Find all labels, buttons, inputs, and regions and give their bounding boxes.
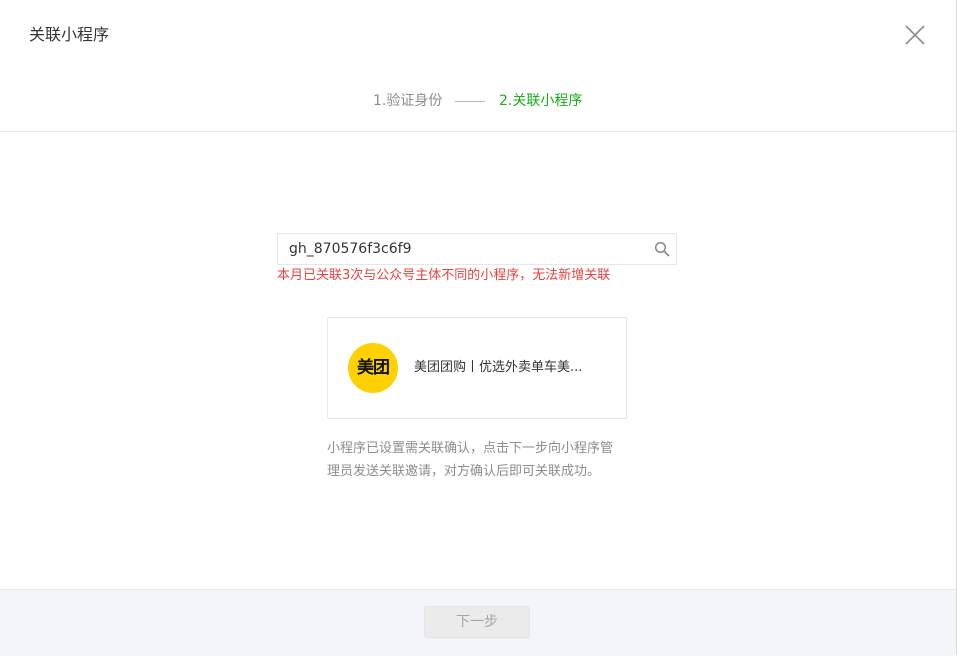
search-icon[interactable] bbox=[654, 241, 670, 257]
meituan-logo: 美团 bbox=[348, 343, 398, 393]
dialog-footer: 下一步 bbox=[0, 589, 956, 656]
mini-program-card[interactable]: 美团 美团团购丨优选外卖单车美... bbox=[327, 317, 627, 419]
step-verify-identity: 1.验证身份 bbox=[373, 93, 443, 109]
step-associate-mini-program: 2.关联小程序 bbox=[499, 93, 583, 109]
header-divider bbox=[0, 131, 956, 132]
mini-program-name: 美团团购丨优选外卖单车美... bbox=[414, 360, 583, 375]
step-connector bbox=[455, 101, 485, 102]
associate-mini-program-dialog: 关联小程序 1.验证身份 2.关联小程序 本月已关联3次与公众号主体不同的小程序… bbox=[0, 0, 957, 656]
dialog-title: 关联小程序 bbox=[29, 25, 110, 44]
search-input[interactable] bbox=[278, 234, 638, 264]
close-button[interactable] bbox=[904, 24, 926, 46]
confirmation-tip: 小程序已设置需关联确认，点击下一步向小程序管理员发送关联邀请，对方确认后即可关联… bbox=[327, 441, 614, 479]
error-message: 本月已关联3次与公众号主体不同的小程序，无法新增关联 bbox=[277, 268, 611, 283]
next-step-button[interactable]: 下一步 bbox=[424, 606, 530, 638]
close-icon bbox=[905, 25, 925, 45]
search-box bbox=[277, 233, 677, 265]
dialog-header: 关联小程序 bbox=[0, 0, 956, 70]
step-indicator: 1.验证身份 2.关联小程序 bbox=[0, 88, 956, 114]
